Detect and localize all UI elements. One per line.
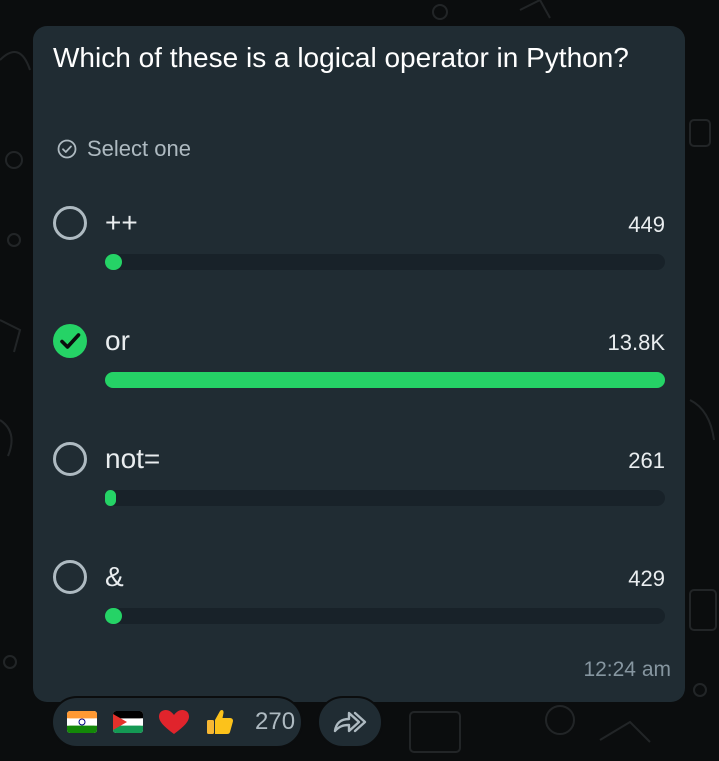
poll-result-fill [105,372,665,388]
select-hint: Select one [57,136,191,162]
poll-option-label: & [105,561,124,592]
radio-unchecked-icon[interactable] [53,206,87,240]
poll-result-track [105,490,665,506]
poll-result-fill [105,490,116,506]
thumbs-up-icon [207,709,234,734]
poll-option[interactable]: & 429 [33,560,685,660]
poll-option-label: ++ [105,207,138,238]
poll-result-fill [105,254,122,270]
red-heart-icon [159,710,189,734]
check-circle-icon [57,139,77,159]
poll-option[interactable]: or 13.8K [33,324,685,424]
poll-option-count: 261 [628,448,665,473]
checkmark-icon [60,333,81,349]
reactions-bar[interactable]: 270 [51,696,303,748]
poll-option-count: 449 [628,212,665,237]
poll-result-fill [105,608,122,624]
poll-question: Which of these is a logical operator in … [53,42,629,73]
poll-option-label: or [105,325,130,356]
poll-option[interactable]: ++ 449 [33,206,685,306]
palestine-flag-icon [113,711,143,733]
poll-result-track [105,608,665,624]
select-hint-text: Select one [87,136,191,161]
poll-result-track [105,254,665,270]
radio-unchecked-icon[interactable] [53,560,87,594]
india-flag-icon [67,711,97,733]
poll-result-track [105,372,665,388]
poll-option-count: 429 [628,566,665,591]
poll-option[interactable]: not= 261 [33,442,685,542]
radio-unchecked-icon[interactable] [53,442,87,476]
forward-button[interactable] [317,696,383,748]
poll-message-bubble: Which of these is a logical operator in … [33,26,685,702]
poll-option-count: 13.8K [607,330,666,355]
radio-checked-icon[interactable] [53,324,87,358]
message-timestamp: 12:24 am [583,658,671,681]
poll-option-label: not= [105,443,161,474]
forward-arrow-icon [333,711,367,733]
reaction-count: 270 [255,708,296,735]
